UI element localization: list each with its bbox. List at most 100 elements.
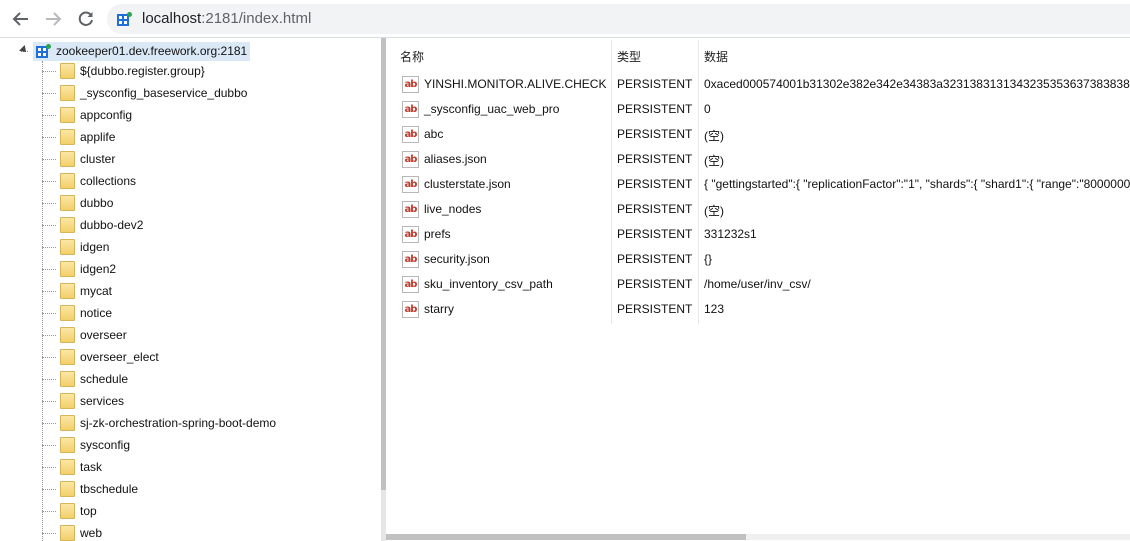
column-header-name[interactable]: 名称 bbox=[400, 48, 424, 65]
cell-type: PERSISTENT bbox=[617, 227, 693, 241]
folder-icon bbox=[60, 393, 76, 409]
tree-item-label: cluster bbox=[80, 152, 116, 166]
url-text: localhost:2181/index.html bbox=[142, 10, 311, 28]
table-row[interactable]: ab starry PERSISTENT 123 bbox=[386, 298, 1130, 323]
cell-name: _sysconfig_uac_web_pro bbox=[424, 102, 560, 116]
cell-name: sku_inventory_csv_path bbox=[424, 277, 553, 291]
cell-data: 0xaced000574001b31302e382e342e34383a3231… bbox=[704, 77, 1130, 91]
arrow-right-icon bbox=[46, 12, 62, 26]
folder-icon bbox=[60, 305, 76, 321]
cell-name: starry bbox=[424, 302, 454, 316]
string-value-icon: ab bbox=[402, 76, 419, 93]
string-value-icon: ab bbox=[402, 251, 419, 268]
cell-type: PERSISTENT bbox=[617, 202, 693, 216]
reload-icon bbox=[78, 11, 93, 26]
table-horizontal-scrollbar[interactable] bbox=[386, 534, 1130, 540]
folder-icon bbox=[60, 107, 76, 123]
tree-item-label: overseer_elect bbox=[80, 350, 159, 364]
tree-item-label: sj-zk-orchestration-spring-boot-demo bbox=[80, 416, 277, 430]
tree-item[interactable]: idgen2 bbox=[42, 258, 116, 280]
table-row[interactable]: ab YINSHI.MONITOR.ALIVE.CHECK PERSISTENT 0x… bbox=[386, 73, 1130, 98]
tree-item[interactable]: services bbox=[42, 390, 124, 412]
back-button[interactable] bbox=[8, 7, 34, 31]
cell-data: 331232s1 bbox=[704, 227, 757, 241]
tree-item[interactable]: appconfig bbox=[42, 104, 132, 126]
address-bar[interactable]: localhost:2181/index.html bbox=[107, 4, 1130, 34]
tree-item-label: appconfig bbox=[80, 108, 133, 122]
tree-item[interactable]: dubbo-dev2 bbox=[42, 214, 143, 236]
tree-item[interactable]: applife bbox=[42, 126, 115, 148]
table-row[interactable]: ab clusterstate.json PERSISTENT { "gettings… bbox=[386, 173, 1130, 198]
tree-item[interactable]: mycat bbox=[42, 280, 112, 302]
folder-icon bbox=[60, 503, 76, 519]
reload-button[interactable] bbox=[73, 7, 99, 31]
cell-name: prefs bbox=[424, 227, 451, 241]
table-row[interactable]: ab abc PERSISTENT (空) bbox=[386, 123, 1130, 148]
tree-item[interactable]: notice bbox=[42, 302, 112, 324]
string-value-icon: ab bbox=[402, 101, 419, 118]
collapse-toggle-icon[interactable] bbox=[18, 44, 32, 58]
cell-data: {} bbox=[704, 252, 713, 266]
folder-icon bbox=[60, 415, 76, 431]
tree-item[interactable]: ${dubbo.register.group} bbox=[42, 60, 205, 82]
cell-type: PERSISTENT bbox=[617, 177, 693, 191]
forward-button[interactable] bbox=[40, 7, 66, 31]
tree-root-selected[interactable]: zookeeper01.dev.freework.org:2181 bbox=[33, 41, 251, 61]
table-row[interactable]: ab aliases.json PERSISTENT (空) bbox=[386, 148, 1130, 173]
string-value-icon: ab bbox=[402, 201, 419, 218]
tree-item[interactable]: sysconfig bbox=[42, 434, 130, 456]
tree-root-node[interactable]: zookeeper01.dev.freework.org:2181 bbox=[18, 41, 251, 61]
tree-item-label: _sysconfig_baseservice_dubbo bbox=[80, 86, 248, 100]
server-icon bbox=[36, 43, 51, 58]
cell-name: clusterstate.json bbox=[424, 177, 511, 191]
cell-data: (空) bbox=[704, 129, 724, 143]
scrollbar-thumb[interactable] bbox=[386, 534, 746, 540]
tree-item[interactable]: overseer bbox=[42, 324, 127, 346]
url-host: localhost bbox=[142, 10, 202, 27]
tree-item[interactable]: schedule bbox=[42, 368, 128, 390]
tree-item[interactable]: top bbox=[42, 500, 97, 522]
tree-item-label: ${dubbo.register.group} bbox=[80, 64, 205, 78]
column-header-type[interactable]: 类型 bbox=[617, 48, 641, 65]
tree-item[interactable]: task bbox=[42, 456, 102, 478]
tree-item[interactable]: overseer_elect bbox=[42, 346, 159, 368]
folder-icon bbox=[60, 371, 76, 387]
cell-data: /home/user/inv_csv/ bbox=[704, 277, 811, 291]
cell-type: PERSISTENT bbox=[617, 77, 693, 91]
folder-icon bbox=[60, 195, 76, 211]
table-row[interactable]: ab _sysconfig_uac_web_pro PERSISTENT 0 bbox=[386, 98, 1130, 123]
tree-item-label: web bbox=[80, 526, 103, 540]
tree-item[interactable]: _sysconfig_baseservice_dubbo bbox=[42, 82, 247, 104]
folder-icon bbox=[60, 129, 76, 145]
tree-item-label: applife bbox=[80, 130, 116, 144]
tree-item[interactable]: web bbox=[42, 522, 102, 541]
table-row[interactable]: ab security.json PERSISTENT {} bbox=[386, 248, 1130, 273]
tree-item[interactable]: cluster bbox=[42, 148, 115, 170]
cell-type: PERSISTENT bbox=[617, 252, 693, 266]
tree-item[interactable]: tbschedule bbox=[42, 478, 138, 500]
string-value-icon: ab bbox=[402, 176, 419, 193]
tree-item-label: sysconfig bbox=[80, 438, 131, 452]
column-header-data[interactable]: 数据 bbox=[704, 48, 728, 65]
tree-item-label: dubbo bbox=[80, 196, 114, 210]
table-row[interactable]: ab live_nodes PERSISTENT (空) bbox=[386, 198, 1130, 223]
string-value-icon: ab bbox=[402, 226, 419, 243]
tree-item-label: services bbox=[80, 394, 125, 408]
cell-data: 0 bbox=[704, 102, 711, 116]
folder-icon bbox=[60, 239, 76, 255]
tree-item[interactable]: collections bbox=[42, 170, 136, 192]
string-value-icon: ab bbox=[402, 126, 419, 143]
tree-item-label: tbschedule bbox=[80, 482, 139, 496]
tree-item[interactable]: sj-zk-orchestration-spring-boot-demo bbox=[42, 412, 276, 434]
cell-data: { "gettingstarted":{ "replicationFactor"… bbox=[704, 177, 1130, 191]
folder-icon bbox=[60, 85, 76, 101]
table-row[interactable]: ab sku_inventory_csv_path PERSISTENT/home/… bbox=[386, 273, 1130, 298]
folder-icon bbox=[60, 151, 76, 167]
table-row[interactable]: ab prefs PERSISTENT 331232s1 bbox=[386, 223, 1130, 248]
cell-name: YINSHI.MONITOR.ALIVE.CHECK bbox=[424, 77, 607, 91]
string-value-icon: ab bbox=[402, 151, 419, 168]
tree-item[interactable]: dubbo bbox=[42, 192, 113, 214]
cell-data: (空) bbox=[704, 204, 724, 218]
site-favicon-icon bbox=[117, 12, 132, 26]
tree-item[interactable]: idgen bbox=[42, 236, 109, 258]
